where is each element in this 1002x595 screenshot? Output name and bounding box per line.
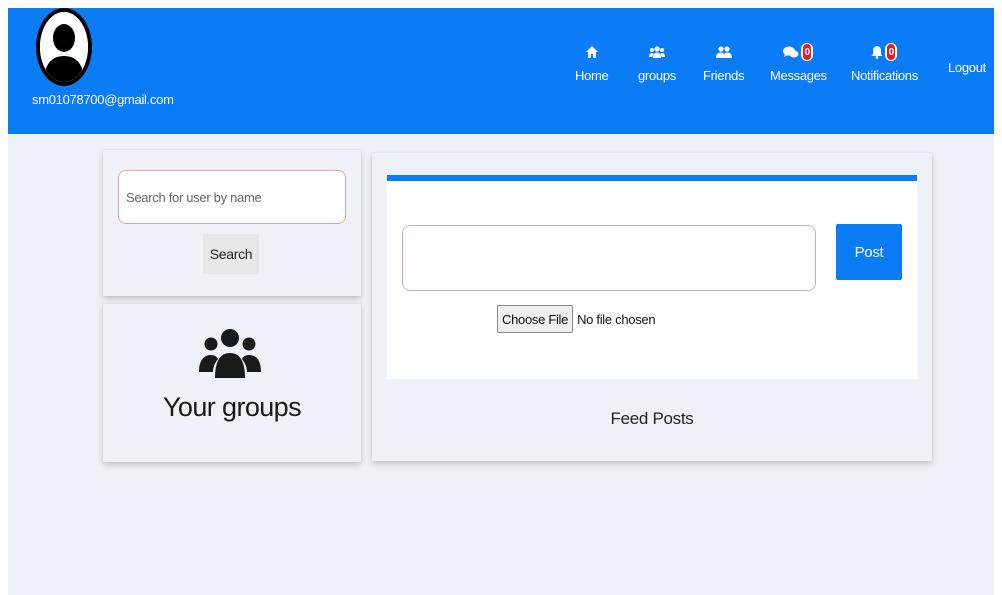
- nav-messages[interactable]: 0 Messages: [770, 42, 827, 83]
- create-post-panel: Post Choose File No file chosen: [387, 175, 917, 379]
- nav-groups-label: groups: [638, 68, 676, 83]
- nav-friends[interactable]: Friends: [703, 42, 745, 83]
- nav-home[interactable]: Home: [575, 42, 609, 83]
- file-status: No file chosen: [577, 311, 656, 327]
- choose-file-button[interactable]: Choose File: [497, 305, 574, 333]
- your-groups-title: Your groups: [162, 392, 302, 422]
- search-input[interactable]: [118, 170, 346, 224]
- nav-home-label: Home: [575, 68, 609, 83]
- bell-icon: [871, 45, 883, 59]
- logout-link[interactable]: Logout: [948, 60, 986, 75]
- messages-icon: [783, 45, 799, 59]
- your-groups-card[interactable]: Your groups: [103, 304, 361, 462]
- nav-groups[interactable]: groups: [638, 42, 676, 83]
- search-button[interactable]: Search: [203, 234, 259, 274]
- post-textarea[interactable]: [402, 225, 816, 291]
- nav-notifications[interactable]: 0 Notifications: [851, 42, 918, 83]
- main-nav: Home groups Friends 0 Messages 0 Notific…: [8, 42, 994, 92]
- nav-notifications-label: Notifications: [851, 68, 918, 83]
- top-navbar: sm01078700@gmail.com Home groups Friends…: [8, 8, 994, 134]
- groups-icon: [648, 45, 665, 59]
- nav-friends-label: Friends: [703, 68, 745, 83]
- users-group-icon: [198, 320, 262, 384]
- messages-badge: 0: [801, 43, 814, 61]
- search-card: Search: [103, 150, 361, 296]
- post-button[interactable]: Post: [836, 224, 902, 280]
- notifications-badge: 0: [885, 43, 898, 61]
- home-icon: [585, 45, 599, 59]
- nav-messages-label: Messages: [770, 68, 827, 83]
- page: sm01078700@gmail.com Home groups Friends…: [8, 8, 994, 595]
- feed-posts-title: Feed Posts: [610, 409, 694, 428]
- feed-card: Post Choose File No file chosen Feed Pos…: [372, 153, 932, 461]
- file-input: Choose File No file chosen: [497, 305, 656, 333]
- friends-icon: [715, 45, 732, 59]
- user-email: sm01078700@gmail.com: [32, 92, 174, 107]
